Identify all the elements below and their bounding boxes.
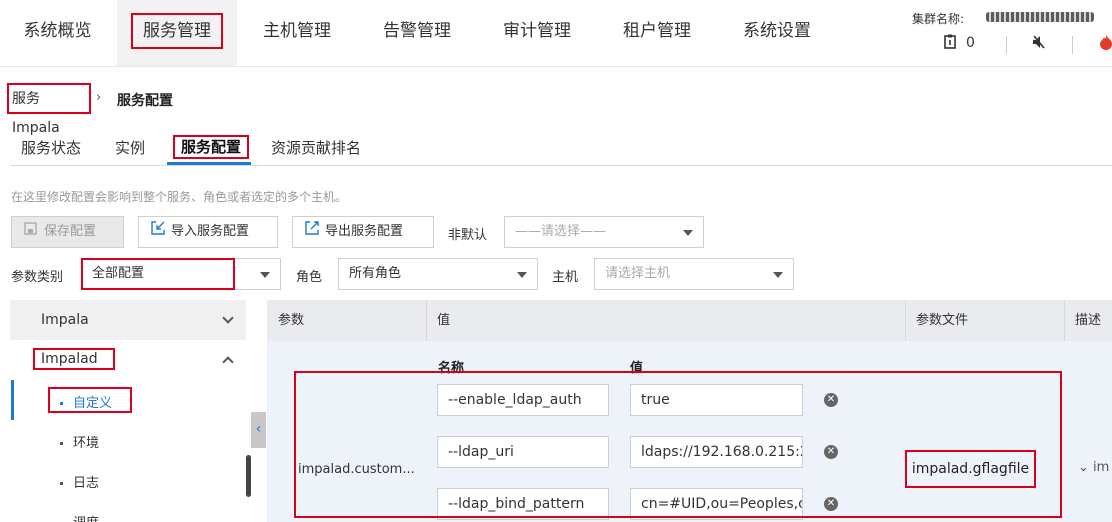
- nav-item-host-management[interactable]: 主机管理: [237, 0, 357, 66]
- tabs-divider: [10, 165, 1112, 166]
- save-icon: [24, 217, 38, 247]
- role-label: 角色: [296, 270, 323, 285]
- non-default-select[interactable]: ——请选择——: [504, 216, 704, 248]
- import-config-button[interactable]: 导入服务配置: [138, 216, 278, 248]
- col-separator: [1064, 300, 1065, 341]
- tree-item-schedule[interactable]: 调度: [60, 512, 99, 522]
- col-header-value: 值: [437, 313, 451, 328]
- col-separator: [426, 300, 427, 341]
- nav-item-service-management[interactable]: 服务管理: [117, 0, 237, 66]
- nav-item-alarm-management[interactable]: 告警管理: [357, 0, 477, 66]
- tree-item-environment[interactable]: 环境: [60, 432, 99, 451]
- config-hint: 在这里修改配置会影响到整个服务、角色或者选定的多个主机。: [11, 190, 348, 204]
- breadcrumb-separator: ›: [96, 90, 102, 105]
- chevron-down-icon: [773, 272, 783, 278]
- nav-item-audit-management[interactable]: 审计管理: [477, 0, 597, 66]
- col-header-param: 参数: [278, 313, 305, 328]
- tree-item-custom-label: 自定义: [60, 392, 112, 411]
- chevron-up-icon[interactable]: [222, 356, 234, 368]
- chevron-down-icon: [517, 272, 527, 278]
- host-select[interactable]: 请选择主机: [594, 258, 794, 290]
- tab-service-config[interactable]: 服务配置: [173, 135, 249, 159]
- param-file: impalad.gflagfile: [905, 450, 1036, 488]
- category-highlight: [81, 258, 235, 290]
- divider: [1072, 36, 1073, 54]
- chevron-down-icon: [683, 230, 693, 236]
- collapse-sidebar-button[interactable]: ‹: [251, 412, 266, 448]
- tree-scrollbar[interactable]: [246, 455, 251, 497]
- tab-active-indicator: [167, 162, 251, 165]
- tab-service-status[interactable]: 服务状态: [21, 137, 81, 158]
- tab-resource-ranking[interactable]: 资源贡献排名: [271, 137, 361, 158]
- cluster-name-redacted: [986, 12, 1094, 22]
- chevron-down-icon: ⌄: [1078, 460, 1089, 475]
- divider: [1006, 36, 1007, 54]
- category-label: 参数类别: [11, 270, 64, 285]
- col-separator: [905, 300, 906, 341]
- param-name: impalad.custom...: [298, 462, 415, 477]
- breadcrumb-service[interactable]: 服务 Impala: [7, 83, 91, 136]
- cluster-name-label: 集群名称:: [912, 12, 965, 26]
- export-config-button[interactable]: 导出服务配置: [292, 216, 434, 248]
- import-icon: [151, 217, 165, 247]
- save-config-button[interactable]: 保存配置: [11, 216, 124, 248]
- tree-item-log[interactable]: 日志: [60, 472, 99, 491]
- non-default-label: 非默认: [448, 228, 488, 243]
- custom-params-highlight: [294, 371, 1062, 518]
- tab-instances[interactable]: 实例: [115, 137, 145, 158]
- col-header-description: 描述: [1075, 313, 1102, 328]
- host-label: 主机: [552, 270, 579, 285]
- tree-item-impalad-label: Impalad: [41, 351, 98, 367]
- mute-icon[interactable]: [1031, 34, 1047, 54]
- role-select[interactable]: 所有角色: [338, 258, 538, 290]
- table-header: [267, 300, 1112, 341]
- tree-item-impala-label: Impala: [41, 312, 89, 328]
- task-icon[interactable]: [943, 34, 957, 54]
- alarm-fire-icon[interactable]: [1099, 34, 1112, 54]
- nav-item-tenant-management[interactable]: 租户管理: [597, 0, 717, 66]
- nav-item-overview[interactable]: 系统概览: [0, 0, 115, 66]
- breadcrumb-current: 服务配置: [117, 93, 173, 109]
- chevron-left-icon: ‹: [255, 421, 262, 437]
- expand-description[interactable]: ⌄ im: [1078, 460, 1109, 475]
- col-header-param-file: 参数文件: [916, 313, 969, 328]
- export-icon: [305, 217, 319, 247]
- active-item-indicator: [11, 380, 14, 420]
- alarm-count: 0: [966, 35, 975, 51]
- chevron-down-icon: [260, 272, 270, 278]
- nav-item-system-settings[interactable]: 系统设置: [717, 0, 837, 66]
